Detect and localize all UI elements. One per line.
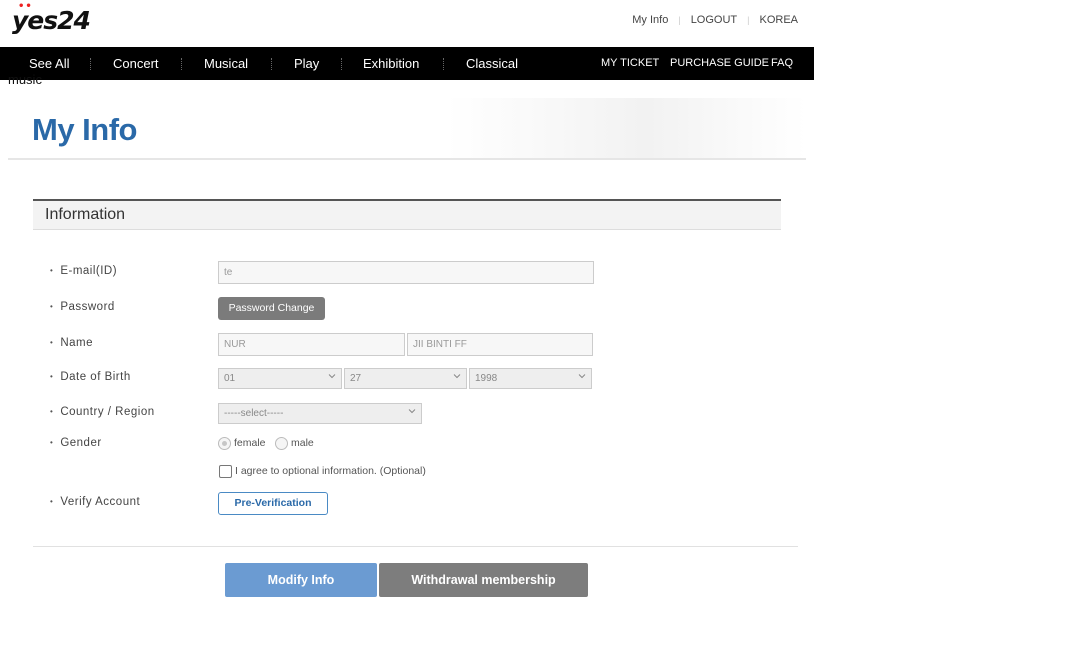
gender-label: Gender: [50, 437, 102, 449]
gender-female-radio[interactable]: [218, 437, 231, 450]
title-banner: My Info: [8, 98, 806, 160]
country-select[interactable]: -----select-----: [218, 403, 422, 424]
nav-separator: [90, 58, 91, 70]
birth-label: Date of Birth: [50, 371, 131, 383]
main-nav: See All Concert Musical Play Exhibition …: [0, 47, 814, 80]
country-select-value: -----select-----: [224, 408, 284, 419]
email-label: E-mail(ID): [50, 265, 117, 277]
nav-play[interactable]: Play: [294, 56, 319, 71]
logout-link[interactable]: LOGOUT: [691, 14, 737, 26]
last-name-field[interactable]: JII BINTI FF: [407, 333, 593, 356]
chevron-down-icon: [328, 372, 336, 380]
nav-musical[interactable]: Musical: [204, 56, 248, 71]
verify-label: Verify Account: [50, 496, 140, 508]
page-title: My Info: [32, 112, 138, 147]
nav-exhibition[interactable]: Exhibition: [363, 56, 419, 71]
nav-purchase-guide[interactable]: PURCHASE GUIDE: [670, 57, 769, 69]
pre-verification-button[interactable]: Pre-Verification: [218, 492, 328, 515]
form-divider: [33, 546, 798, 547]
modify-info-button[interactable]: Modify Info: [225, 563, 377, 597]
nav-faq[interactable]: FAQ: [771, 57, 793, 69]
gender-male-radio[interactable]: [275, 437, 288, 450]
birth-month-select[interactable]: 01: [218, 368, 342, 389]
my-info-link[interactable]: My Info: [632, 14, 668, 26]
chevron-down-icon: [408, 407, 416, 415]
section-title: Information: [45, 206, 126, 223]
nav-overflow-text[interactable]: music: [8, 72, 42, 87]
nav-my-ticket[interactable]: MY TICKET: [601, 57, 659, 69]
nav-classical[interactable]: Classical: [466, 56, 518, 71]
korea-link[interactable]: KOREA: [759, 14, 798, 26]
yes24-logo[interactable]: •• yes24: [12, 1, 91, 35]
birth-day-value: 27: [350, 373, 362, 384]
password-label: Password: [50, 301, 115, 313]
name-label: Name: [50, 337, 93, 349]
withdrawal-button[interactable]: Withdrawal membership: [379, 563, 588, 597]
gender-female-label: female: [234, 437, 266, 449]
util-separator: |: [747, 15, 750, 25]
birth-month-value: 01: [224, 373, 236, 384]
first-name-field[interactable]: NUR: [218, 333, 405, 356]
birth-year-value: 1998: [475, 373, 498, 384]
nav-separator: [443, 58, 444, 70]
country-label: Country / Region: [50, 406, 155, 418]
nav-separator: [181, 58, 182, 70]
util-separator: |: [678, 15, 681, 25]
nav-see-all[interactable]: See All: [29, 56, 69, 71]
password-change-button[interactable]: Password Change: [218, 297, 325, 320]
optional-info-checkbox[interactable]: [219, 465, 232, 478]
gender-male-label: male: [291, 437, 314, 449]
email-field[interactable]: te: [218, 261, 594, 284]
nav-separator: [271, 58, 272, 70]
section-header: Information: [33, 199, 781, 230]
birth-day-select[interactable]: 27: [344, 368, 467, 389]
chevron-down-icon: [453, 372, 461, 380]
nav-separator: [341, 58, 342, 70]
chevron-down-icon: [578, 372, 586, 380]
top-header: •• yes24 My Info | LOGOUT | KOREA: [0, 0, 814, 46]
logo-dots-icon: ••: [18, 1, 33, 12]
nav-concert[interactable]: Concert: [113, 56, 159, 71]
birth-year-select[interactable]: 1998: [469, 368, 592, 389]
utility-links: My Info | LOGOUT | KOREA: [632, 14, 798, 26]
optional-info-label: I agree to optional information. (Option…: [235, 465, 426, 477]
